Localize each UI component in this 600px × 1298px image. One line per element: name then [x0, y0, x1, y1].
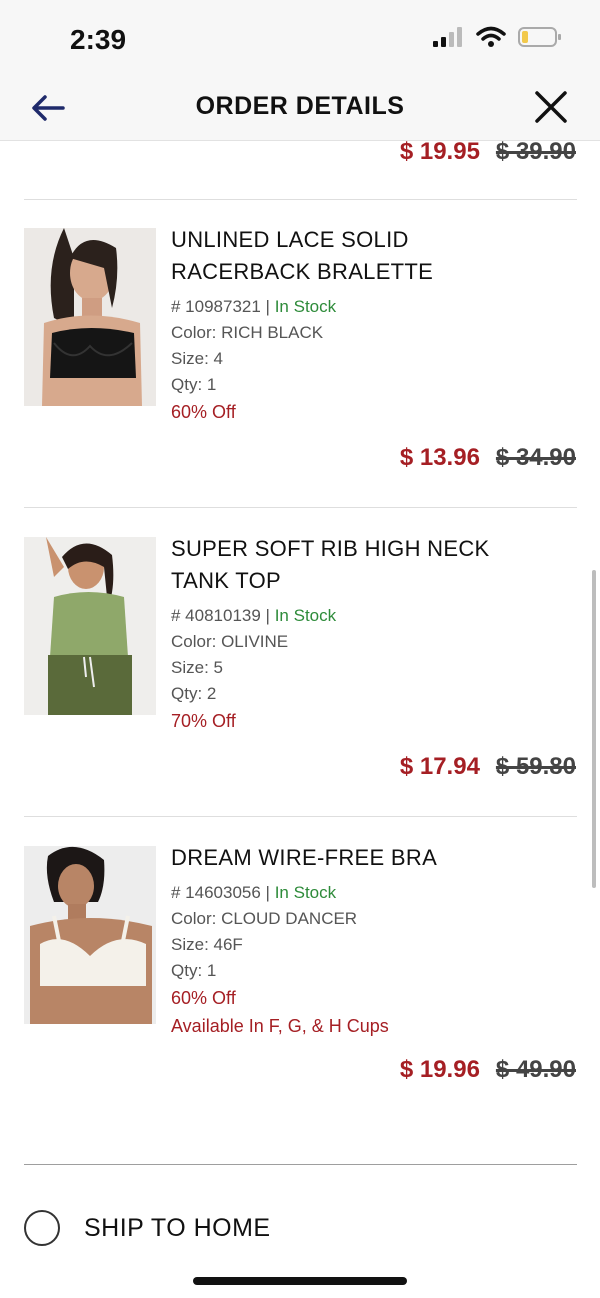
- divider: [24, 1164, 577, 1165]
- item-sku-row: # 40810139 | In Stock: [171, 603, 571, 629]
- item-price-row: $ 17.94 $ 59.80: [400, 753, 576, 781]
- product-image[interactable]: [24, 537, 156, 715]
- item-sku: # 14603056 |: [171, 883, 270, 902]
- stock-status: In Stock: [274, 297, 337, 316]
- item-discount: 60% Off: [171, 988, 236, 1008]
- item-info: SUPER SOFT RIB HIGH NECK TANK TOP # 4081…: [171, 533, 571, 735]
- item-qty: Qty: 1: [171, 961, 217, 980]
- header: ORDER DETAILS: [0, 80, 600, 141]
- item-title-line: TANK TOP: [171, 568, 281, 593]
- item-price-row: $ 13.96 $ 34.90: [400, 444, 576, 472]
- divider: [24, 199, 577, 200]
- item-title[interactable]: SUPER SOFT RIB HIGH NECK TANK TOP: [171, 533, 571, 597]
- radio-button[interactable]: [24, 1210, 60, 1246]
- item-color: Color: CLOUD DANCER: [171, 909, 358, 928]
- ship-to-home-option[interactable]: SHIP TO HOME: [24, 1210, 271, 1246]
- battery-icon: [518, 27, 561, 47]
- item-sku: # 10987321 |: [171, 297, 270, 316]
- wifi-icon: [476, 26, 506, 47]
- item-size: Size: 46F: [171, 935, 243, 954]
- original-price: $ 59.80: [495, 753, 576, 780]
- item-title-line: SUPER SOFT RIB HIGH NECK: [171, 536, 490, 561]
- home-indicator[interactable]: [193, 1277, 407, 1285]
- status-time: 2:39: [70, 24, 127, 55]
- stock-status: In Stock: [274, 606, 337, 625]
- item-title[interactable]: DREAM WIRE-FREE BRA: [171, 842, 571, 874]
- scrollbar[interactable]: [592, 570, 596, 888]
- close-icon: [535, 91, 567, 123]
- item-size: Size: 4: [171, 349, 223, 368]
- original-price: $ 34.90: [495, 444, 576, 471]
- product-image[interactable]: [24, 228, 156, 406]
- original-price: $ 49.90: [495, 1056, 576, 1083]
- status-bar: 2:39: [0, 0, 600, 80]
- item-color: Color: OLIVINE: [171, 632, 289, 651]
- product-photo-bralette: [24, 228, 156, 406]
- item-qty: Qty: 1: [171, 375, 217, 394]
- item-title-line: DREAM WIRE-FREE BRA: [171, 845, 438, 870]
- item-availability-note: Available In F, G, & H Cups: [171, 1016, 389, 1036]
- sale-price: $ 19.95: [399, 138, 480, 165]
- ship-to-home-label: SHIP TO HOME: [84, 1213, 271, 1242]
- item-discount: 70% Off: [171, 711, 236, 731]
- item-info: UNLINED LACE SOLID RACERBACK BRALETTE # …: [171, 224, 571, 426]
- item-color: Color: RICH BLACK: [171, 323, 324, 342]
- item-info: DREAM WIRE-FREE BRA # 14603056 | In Stoc…: [171, 842, 571, 1040]
- original-price: $ 39.90: [495, 138, 576, 165]
- close-button[interactable]: [530, 86, 572, 128]
- item-qty: Qty: 2: [171, 684, 217, 703]
- sale-price: $ 17.94: [399, 753, 480, 780]
- divider: [24, 816, 577, 817]
- item-title[interactable]: UNLINED LACE SOLID RACERBACK BRALETTE: [171, 224, 571, 288]
- product-photo-wire-free-bra: [24, 846, 156, 1024]
- product-image[interactable]: [24, 846, 156, 1024]
- status-icons: [432, 26, 562, 48]
- product-photo-tank-top: [24, 537, 156, 715]
- item-sku: # 40810139 |: [171, 606, 270, 625]
- divider: [24, 507, 577, 508]
- item-size: Size: 5: [171, 658, 223, 677]
- item-title-line: RACERBACK BRALETTE: [171, 259, 434, 284]
- item-title-line: UNLINED LACE SOLID: [171, 227, 409, 252]
- item-sku-row: # 14603056 | In Stock: [171, 880, 571, 906]
- stock-status: In Stock: [274, 883, 337, 902]
- page-title: ORDER DETAILS: [195, 92, 405, 120]
- sale-price: $ 19.96: [399, 1056, 480, 1083]
- item-sku-row: # 10987321 | In Stock: [171, 294, 571, 320]
- sale-price: $ 13.96: [399, 444, 480, 471]
- item-discount: 60% Off: [171, 402, 236, 422]
- top-item-price-row: $ 19.95 $ 39.90: [0, 136, 576, 168]
- cellular-signal-icon: [433, 27, 462, 47]
- item-price-row: $ 19.96 $ 49.90: [400, 1056, 576, 1084]
